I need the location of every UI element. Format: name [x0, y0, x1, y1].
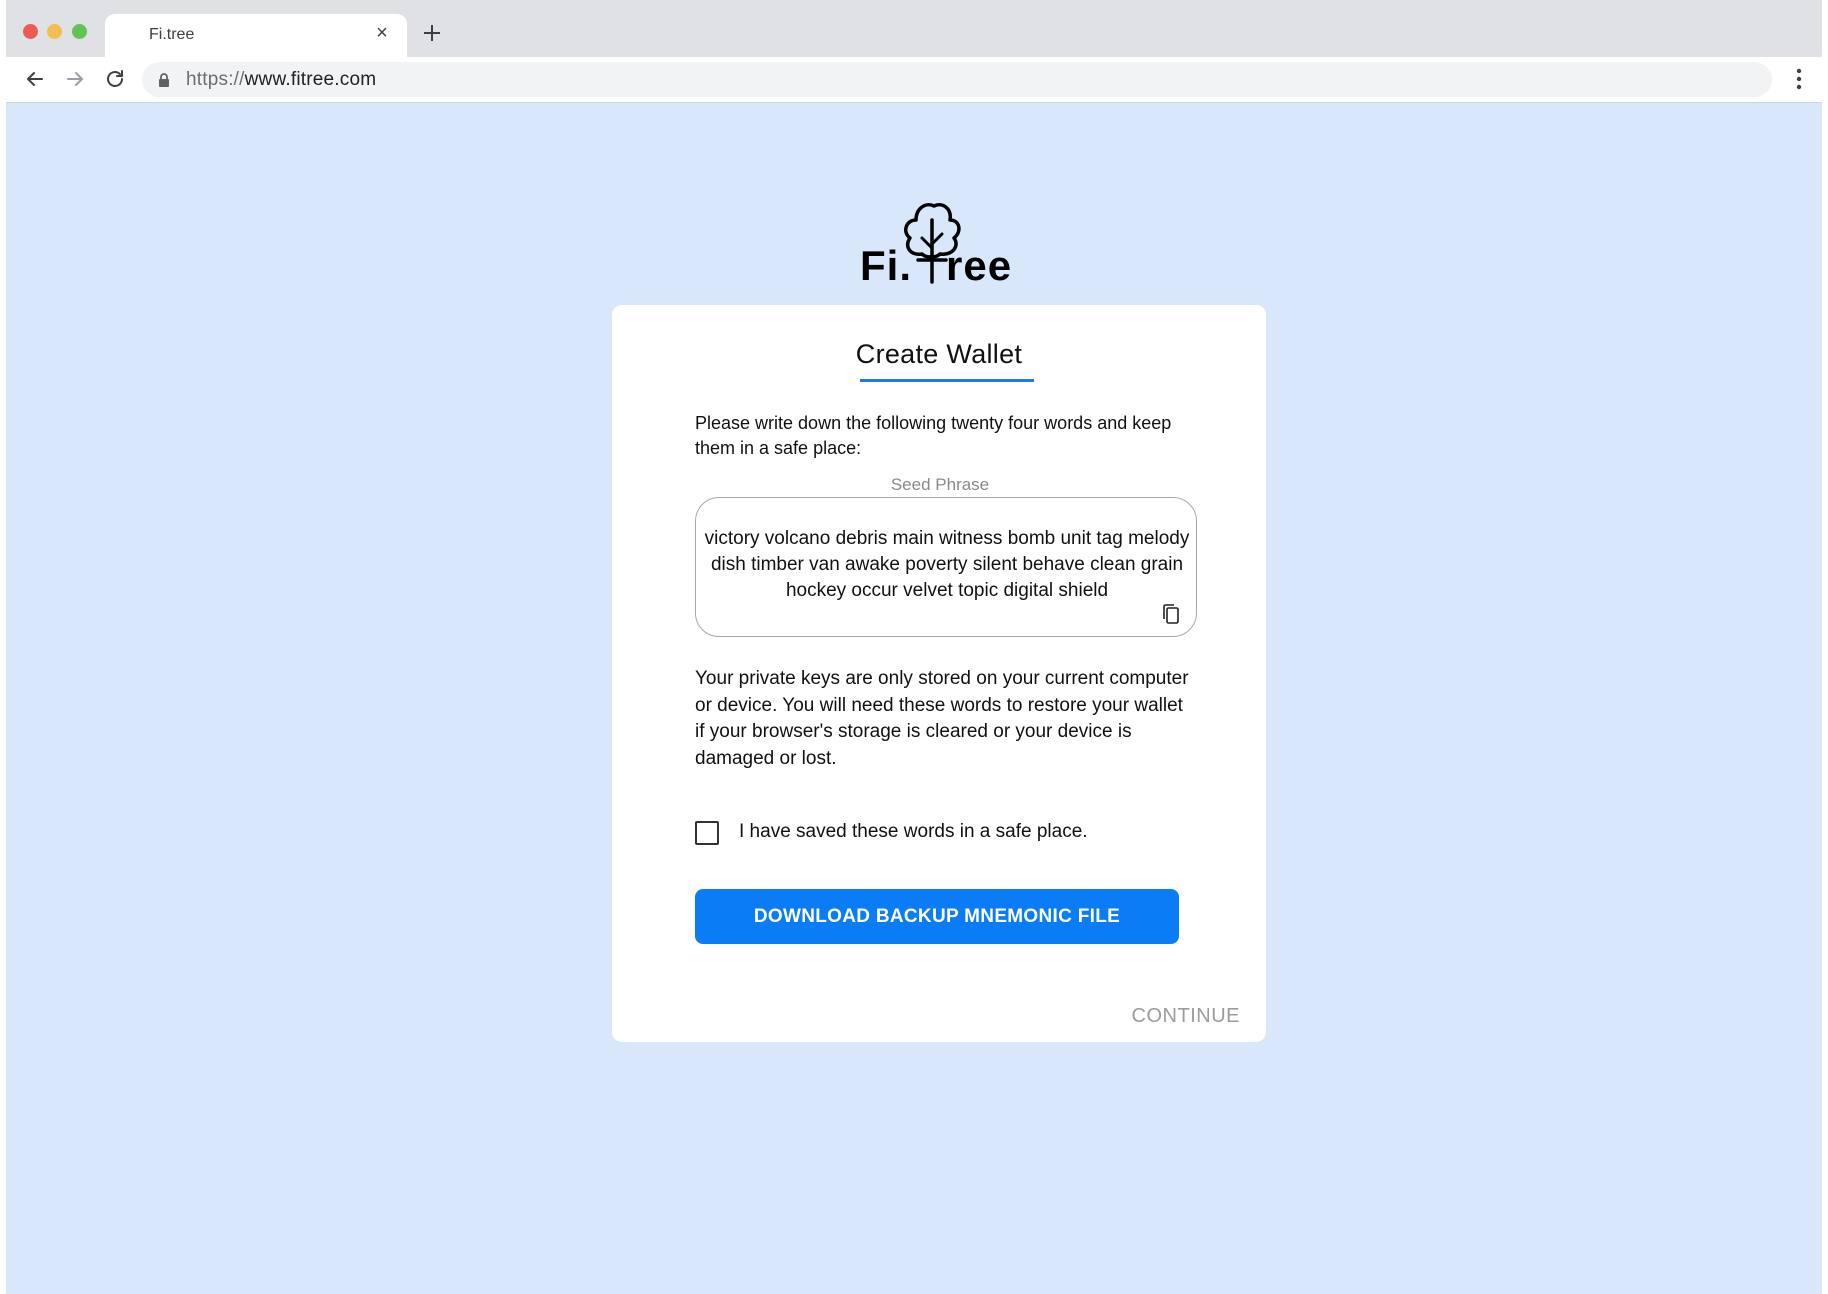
- page-title: Create Wallet: [855, 339, 1023, 369]
- lock-icon: [159, 73, 169, 87]
- maximize-window-button[interactable]: [72, 24, 87, 39]
- copy-icon[interactable]: [1162, 604, 1180, 624]
- tab-close-icon[interactable]: ×: [371, 22, 393, 44]
- minimize-window-button[interactable]: [47, 24, 62, 39]
- download-backup-button[interactable]: DOWNLOAD BACKUP MNEMONIC FILE (REQUIRED): [695, 889, 1179, 982]
- browser-window: Fi.tree × https://www.fitree.com Fi. ree…: [6, 0, 1822, 1294]
- url-text: https://www.fitree.com: [186, 69, 376, 91]
- url-host: www.fitree.com: [244, 69, 377, 90]
- saved-words-checkbox-label[interactable]: I have saved these words in a safe place…: [739, 821, 1088, 843]
- title-underline: [860, 379, 1034, 382]
- browser-tab[interactable]: Fi.tree ×: [105, 14, 407, 57]
- kebab-menu-icon[interactable]: [1796, 68, 1802, 90]
- instructions-text: Please write down the following twenty f…: [695, 413, 1172, 458]
- arrow-left-icon[interactable]: [23, 67, 47, 91]
- tab-strip: Fi.tree ×: [6, 0, 1822, 57]
- address-bar[interactable]: https://www.fitree.com: [142, 62, 1772, 97]
- warning-text: Your private keys are only stored on you…: [695, 668, 1189, 769]
- reload-icon[interactable]: [103, 67, 127, 91]
- saved-words-checkbox[interactable]: [695, 821, 719, 845]
- plus-icon[interactable]: [420, 21, 444, 45]
- arrow-right-icon[interactable]: [63, 67, 87, 91]
- seed-phrase-label: Seed Phrase: [890, 475, 990, 494]
- fitree-logo: Fi. ree: [854, 198, 1024, 289]
- close-window-button[interactable]: [23, 24, 38, 39]
- url-scheme: https://: [186, 69, 245, 90]
- seed-phrase-text[interactable]: victory volcano debris main witness bomb…: [704, 526, 1190, 604]
- tab-title: Fi.tree: [149, 26, 195, 43]
- logo-text-right: ree: [946, 242, 1013, 289]
- create-wallet-card: Create Wallet Please write down the foll…: [612, 305, 1266, 1042]
- seed-phrase-box[interactable]: victory volcano debris main witness bomb…: [695, 497, 1197, 637]
- browser-toolbar: https://www.fitree.com: [6, 57, 1822, 103]
- continue-button[interactable]: CONTINUE: [1132, 1005, 1240, 1028]
